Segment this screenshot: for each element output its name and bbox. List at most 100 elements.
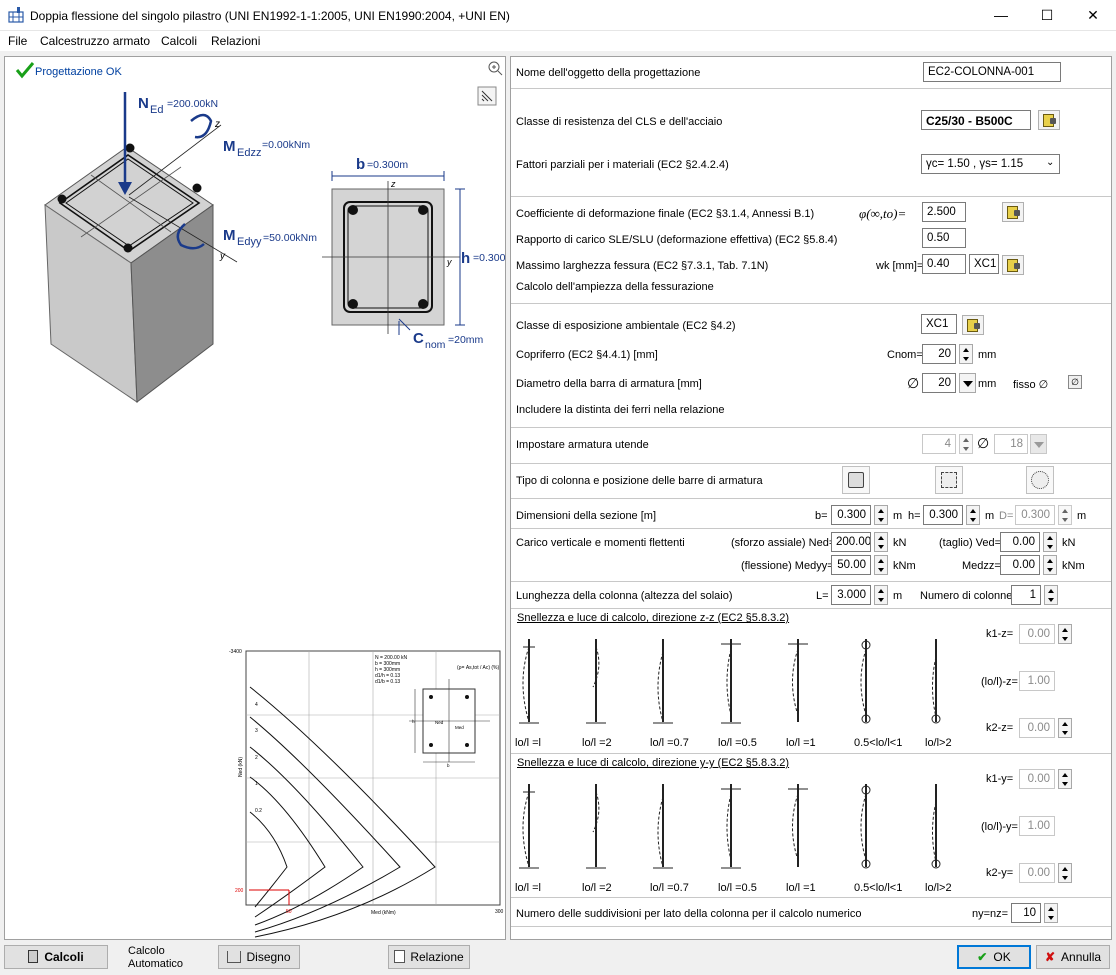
annulla-button[interactable]: ✘ Annulla xyxy=(1036,945,1110,969)
ned-spinner[interactable] xyxy=(874,532,888,552)
scheme-label: lo/l =1 xyxy=(786,737,816,749)
d-input[interactable]: 0.300 xyxy=(1015,505,1055,525)
medyy-input[interactable]: 50.00 xyxy=(831,555,871,575)
armatura-n-spinner[interactable] xyxy=(959,434,973,454)
ncol-spinner[interactable] xyxy=(1044,585,1058,605)
ved-unit: kN xyxy=(1062,537,1076,549)
fattori-select[interactable]: γc= 1.50 , γs= 1.15 xyxy=(921,154,1060,174)
d-label: D= xyxy=(999,510,1014,522)
b-input[interactable]: 0.300 xyxy=(831,505,871,525)
nome-input[interactable]: EC2-COLONNA-001 xyxy=(923,62,1061,82)
scheme-label: lo/l =0.7 xyxy=(650,737,689,749)
curve-label: 2 xyxy=(255,755,258,761)
square-section-button[interactable] xyxy=(842,466,870,494)
loy-input[interactable]: 1.00 xyxy=(1019,816,1055,836)
coeff-input[interactable]: 2.500 xyxy=(922,202,966,222)
nynz-spinner[interactable] xyxy=(1044,903,1058,923)
chart-ylabel: Ned (kN) xyxy=(238,757,244,777)
check-icon: ✔ xyxy=(977,950,988,964)
h-input[interactable]: 0.300 xyxy=(923,505,963,525)
diametro-input[interactable]: 20 xyxy=(922,373,956,393)
scheme-label: lo/l =0.7 xyxy=(650,882,689,894)
medyy-subscript: Edyy xyxy=(237,236,262,248)
menu-calcoli[interactable]: Calcoli xyxy=(161,34,197,48)
disegno-button[interactable]: Disegno xyxy=(218,945,300,969)
classe-select-icon[interactable] xyxy=(1038,110,1060,130)
esposizione-help-icon[interactable] xyxy=(962,315,984,335)
classe-label: Classe di resistenza del CLS e dell'acci… xyxy=(516,116,723,128)
k2z-spinner[interactable] xyxy=(1058,718,1072,738)
calcoli-button[interactable]: Calcoli xyxy=(4,945,108,969)
armatura-n-input[interactable]: 4 xyxy=(922,434,956,454)
armatura-d-input[interactable]: 18 xyxy=(994,434,1028,454)
ned-unit: kN xyxy=(893,537,907,549)
diametro-dropdown[interactable] xyxy=(959,373,976,393)
coeff-help-icon[interactable] xyxy=(1002,202,1024,222)
title-bar: Doppia flessione del singolo pilastro (U… xyxy=(0,0,1116,31)
cnom-input[interactable]: 20 xyxy=(922,344,956,364)
fattori-label: Fattori parziali per i materiali (EC2 §2… xyxy=(516,159,729,171)
close-button[interactable]: ✕ xyxy=(1070,0,1116,31)
medyy-spinner[interactable] xyxy=(874,555,888,575)
circular-section-button[interactable] xyxy=(1026,466,1054,494)
k2z-input[interactable]: 0.00 xyxy=(1019,718,1055,738)
relazione-label: Relazione xyxy=(410,950,464,964)
check-icon xyxy=(15,62,35,79)
medzz-spinner[interactable] xyxy=(1043,555,1057,575)
k2y-input[interactable]: 0.00 xyxy=(1019,863,1055,883)
diameter-icon: ∅ xyxy=(907,375,920,391)
drawing-icon xyxy=(227,951,242,963)
l-spinner[interactable] xyxy=(874,585,888,605)
rapporto-input[interactable]: 0.50 xyxy=(922,228,966,248)
esposizione-value[interactable]: XC1 xyxy=(921,314,957,334)
l-input[interactable]: 3.000 xyxy=(831,585,871,605)
cnom-spinner[interactable] xyxy=(959,344,973,364)
nynz-input[interactable]: 10 xyxy=(1011,903,1041,923)
d-spinner[interactable] xyxy=(1058,505,1072,525)
wk-help-icon[interactable] xyxy=(1002,255,1024,275)
ok-button[interactable]: ✔ OK xyxy=(957,945,1031,969)
minimize-button[interactable]: — xyxy=(978,0,1024,31)
menu-relazioni[interactable]: Relazioni xyxy=(211,34,260,48)
ved-spinner[interactable] xyxy=(1043,532,1057,552)
curve-label: 0.2 xyxy=(255,808,262,814)
ned-label: (sforzo assiale) Ned= xyxy=(731,537,836,549)
k2y-label: k2-y= xyxy=(986,867,1014,879)
view-options-icon[interactable] xyxy=(477,86,497,106)
rect-section-button[interactable] xyxy=(935,466,963,494)
b-spinner[interactable] xyxy=(874,505,888,525)
k1y-spinner[interactable] xyxy=(1058,769,1072,789)
k1z-input[interactable]: 0.00 xyxy=(1019,624,1055,644)
chart-ytick: -3400 xyxy=(229,649,242,655)
menu-file[interactable]: File xyxy=(8,34,27,48)
b-unit: m xyxy=(893,510,903,522)
loz-input[interactable]: 1.00 xyxy=(1019,671,1055,691)
wk-input[interactable]: 0.40 xyxy=(922,254,966,274)
h-unit: m xyxy=(985,510,995,522)
armatura-d-dropdown[interactable] xyxy=(1030,434,1047,454)
h-spinner[interactable] xyxy=(966,505,980,525)
wk-class[interactable]: XC1 xyxy=(969,254,999,274)
k1y-input[interactable]: 0.00 xyxy=(1019,769,1055,789)
status-text: Progettazione OK xyxy=(35,66,122,78)
section-h-symbol: h xyxy=(461,250,470,267)
menu-bar: File Calcestruzzo armato Calcoli Relazio… xyxy=(0,31,1116,51)
h-label: h= xyxy=(908,510,921,522)
k2y-spinner[interactable] xyxy=(1058,863,1072,883)
medyy-label: (flessione) Medyy= xyxy=(741,560,834,572)
ved-input[interactable]: 0.00 xyxy=(1000,532,1040,552)
fisso-checkbox[interactable]: ∅ xyxy=(1068,375,1082,389)
fessura-label: Massimo larghezza fessura (EC2 §7.3.1, T… xyxy=(516,260,769,272)
ned-input[interactable]: 200.00 xyxy=(831,532,871,552)
maximize-button[interactable]: ☐ xyxy=(1024,0,1070,31)
chart-x50: 50 xyxy=(286,909,292,915)
relazione-button[interactable]: Relazione xyxy=(388,945,470,969)
curve-label: 4 xyxy=(255,702,258,708)
medzz-input[interactable]: 0.00 xyxy=(1000,555,1040,575)
classe-value[interactable]: C25/30 - B500C xyxy=(921,110,1031,130)
cnom-symbol: C xyxy=(413,330,424,347)
ncol-input[interactable]: 1 xyxy=(1011,585,1041,605)
menu-calcestruzzo[interactable]: Calcestruzzo armato xyxy=(40,34,150,48)
k1z-spinner[interactable] xyxy=(1058,624,1072,644)
zoom-icon[interactable] xyxy=(488,61,503,76)
